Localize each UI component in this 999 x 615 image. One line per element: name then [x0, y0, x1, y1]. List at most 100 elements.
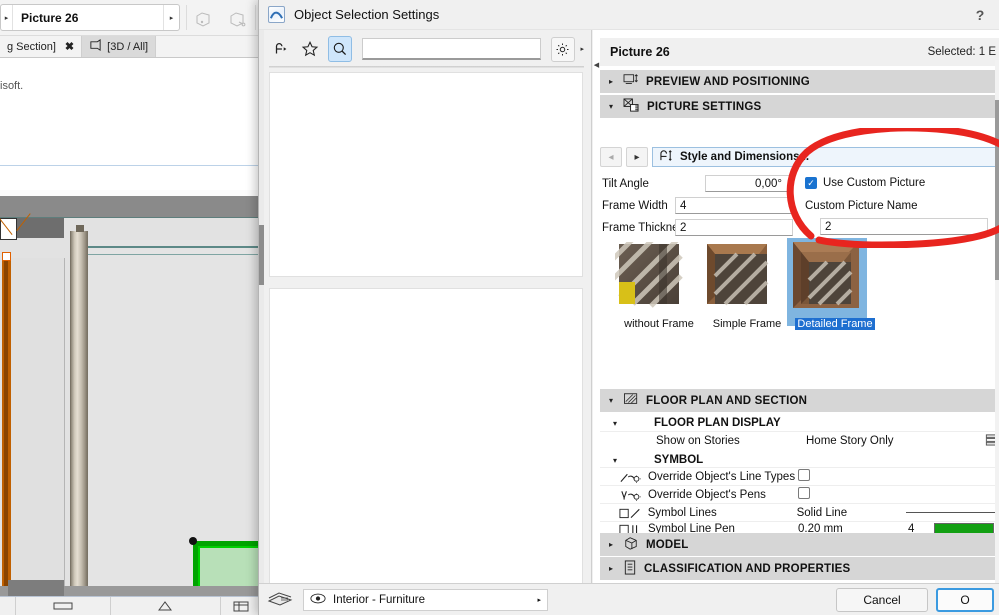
page-navigation-row: ◂ ▸ Style and Dimensions...: [600, 146, 999, 168]
row-override-pens[interactable]: Override Object's Pens: [600, 485, 999, 503]
custom-picture-name-input[interactable]: 2: [820, 218, 988, 235]
style-dimensions-icon: [659, 149, 674, 165]
section-preview-and-positioning[interactable]: ▸ PREVIEW AND POSITIONING: [600, 70, 999, 94]
use-custom-picture-label: Use Custom Picture: [823, 177, 926, 189]
wall-hatch: [0, 218, 17, 240]
toolbar-separator-2: [255, 5, 256, 30]
3d-viewport[interactable]: [0, 196, 260, 596]
detailed-frame-label: Detailed Frame: [795, 318, 875, 330]
star-icon[interactable]: [299, 36, 323, 62]
left-scrollbar[interactable]: [259, 30, 264, 615]
without-frame-thumbnail: [608, 225, 703, 312]
status-cell-1[interactable]: [16, 596, 111, 615]
help-icon[interactable]: ?: [970, 5, 990, 25]
search-icon[interactable]: [328, 36, 352, 62]
document-list-icon: [623, 559, 637, 578]
vertical-post: [70, 231, 88, 596]
cancel-button[interactable]: Cancel: [836, 587, 928, 612]
chevron-right-icon[interactable]: ▸: [581, 45, 585, 53]
detailed-frame-thumbnail: [791, 242, 879, 312]
frame-style-detailed-frame[interactable]: Detailed Frame: [787, 238, 879, 330]
eye-icon: [310, 593, 326, 607]
row-override-line-types[interactable]: Override Object's Line Types: [600, 467, 999, 485]
layer-value: Interior - Furniture: [333, 593, 426, 606]
row-value: [798, 469, 908, 484]
right-scrollbar[interactable]: [995, 60, 999, 615]
chevron-down-icon: ▾: [612, 455, 617, 465]
current-page-field[interactable]: Style and Dimensions...: [652, 147, 999, 167]
status-cell-2[interactable]: [111, 596, 221, 615]
picture-settings-icon: [623, 97, 640, 116]
row-symbol-lines[interactable]: Symbol Lines Solid Line: [600, 503, 999, 521]
column-orange-core: [4, 258, 8, 596]
object-selection-settings-dialog: Object Selection Settings ? ▸ ◀ Picture …: [258, 0, 999, 615]
background-info-area: isoft.: [0, 58, 260, 190]
selection-handle-tl[interactable]: [189, 537, 197, 545]
view-tab-3d-all[interactable]: [3D / All]: [82, 36, 157, 57]
chevron-right-icon: ▸: [608, 540, 613, 549]
use-custom-picture-row[interactable]: Use Custom Picture: [805, 177, 925, 189]
solid-element-icon[interactable]: [190, 7, 216, 31]
next-page-button[interactable]: ▸: [626, 147, 648, 167]
line-preview: [905, 512, 999, 513]
info-divider: [0, 165, 260, 166]
layers-icon[interactable]: [265, 590, 295, 610]
row-show-on-stories[interactable]: Show on Stories Home Story Only: [600, 431, 999, 449]
search-input[interactable]: [361, 38, 541, 60]
view-tab-section[interactable]: g Section] ✖: [0, 36, 83, 57]
collapse-panel-icon[interactable]: ◀: [593, 58, 600, 72]
section-label: CLASSIFICATION AND PROPERTIES: [644, 562, 851, 575]
section-floor-plan-and-section[interactable]: ▾ FLOOR PLAN AND SECTION: [600, 389, 999, 413]
chevron-right-icon[interactable]: ▸: [537, 596, 541, 604]
cube-3d-icon: [89, 38, 102, 55]
section-classification-and-properties[interactable]: ▸ CLASSIFICATION AND PROPERTIES: [600, 557, 999, 581]
preview-3d[interactable]: [269, 72, 583, 277]
element-tool-icon[interactable]: [224, 7, 250, 31]
frame-style-without-frame[interactable]: without Frame: [608, 225, 703, 330]
section-model[interactable]: ▸ MODEL: [600, 533, 999, 557]
frame-width-input[interactable]: 4: [675, 197, 793, 214]
dialog-right-column: ◀ Picture 26 Selected: 1 E ▸ PREVIEW AND…: [593, 30, 999, 615]
frame-style-simple-frame[interactable]: Simple Frame: [703, 242, 791, 330]
use-custom-picture-checkbox[interactable]: [805, 177, 817, 189]
simple-frame-label: Simple Frame: [712, 318, 782, 330]
view-tab-section-label: g Section]: [7, 40, 56, 53]
custom-picture-name-label: Custom Picture Name: [805, 200, 918, 212]
row-value[interactable]: Home Story Only: [806, 435, 916, 447]
layer-selector[interactable]: Interior - Furniture ▸: [303, 588, 548, 611]
dialog-title-bar[interactable]: Object Selection Settings ?: [259, 0, 999, 30]
tilt-angle-input[interactable]: 0,00°: [705, 175, 793, 192]
prev-page-button[interactable]: ◂: [600, 147, 622, 167]
frame-thickness-input[interactable]: 2: [675, 219, 793, 236]
override-line-types-checkbox[interactable]: [798, 469, 810, 481]
section-label: PREVIEW AND POSITIONING: [646, 75, 810, 88]
ok-button[interactable]: O: [936, 587, 994, 612]
floor-slab-left: [8, 580, 64, 596]
ceiling-line-secondary: [88, 254, 260, 255]
row-label: Show on Stories: [656, 434, 740, 447]
section-label: MODEL: [646, 538, 689, 551]
page-title: Picture 26: [610, 45, 670, 59]
without-frame-label: without Frame: [624, 318, 694, 330]
element-selector-combo[interactable]: ▸ Picture 26 ▸: [0, 4, 180, 31]
section-label: PICTURE SETTINGS: [647, 100, 762, 113]
preview-2d[interactable]: [269, 288, 583, 615]
section-picture-settings[interactable]: ▾ PICTURE SETTINGS: [600, 95, 999, 119]
status-cell-3[interactable]: [221, 597, 260, 615]
override-pens-checkbox[interactable]: [798, 487, 810, 499]
close-icon[interactable]: ✖: [65, 40, 74, 53]
object-search-row: ▸: [269, 34, 584, 64]
row-label: Symbol Lines: [647, 506, 717, 519]
left-scrollbar-thumb[interactable]: [259, 225, 264, 285]
chevron-left-icon[interactable]: ▸: [1, 5, 13, 30]
right-scrollbar-thumb[interactable]: [995, 100, 999, 280]
dialog-footer: Interior - Furniture ▸ Cancel O: [259, 583, 999, 615]
chevron-down-icon: ▾: [608, 102, 613, 111]
selection-node-top[interactable]: [2, 252, 11, 261]
object-browse-icon[interactable]: [269, 36, 293, 62]
chevron-right-icon[interactable]: ▸: [163, 5, 179, 30]
row-label: Override Object's Line Types: [648, 470, 796, 483]
gear-icon[interactable]: [550, 36, 575, 62]
row-value[interactable]: Solid Line: [797, 507, 906, 519]
dialog-title: Object Selection Settings: [294, 7, 440, 22]
